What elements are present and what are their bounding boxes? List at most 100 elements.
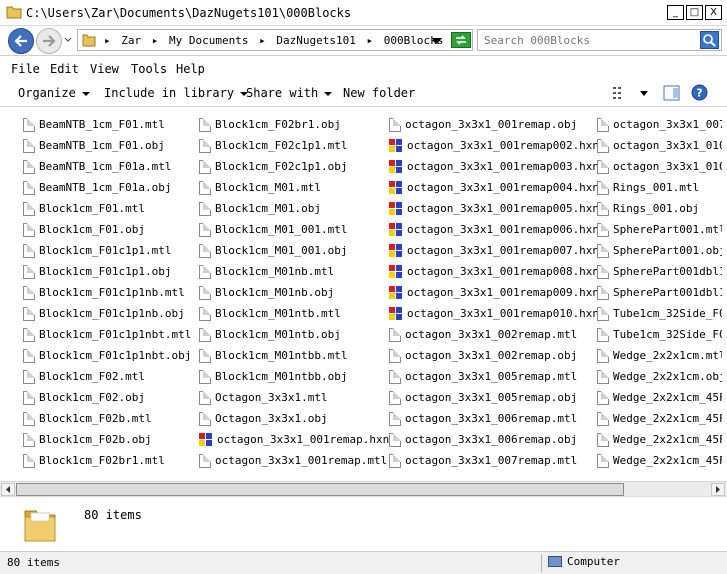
- breadcrumb-item-daznugets101[interactable]: DazNugets101: [276, 34, 355, 47]
- file-item[interactable]: Block1cm_F02b.mtl: [23, 408, 152, 429]
- back-button[interactable]: [8, 28, 34, 54]
- close-button[interactable]: X: [705, 5, 722, 20]
- file-item[interactable]: Block1cm_M01ntb.mtl: [199, 303, 341, 324]
- file-item[interactable]: octagon_3x3x1_002remap.obj: [389, 345, 577, 366]
- file-item[interactable]: Block1cm_F02br1.mtl: [23, 450, 165, 471]
- menu-edit[interactable]: Edit: [50, 62, 79, 76]
- file-item[interactable]: Wedge_2x2x1cm.mtl: [597, 345, 722, 366]
- file-item[interactable]: BeamNTB_1cm_F01.obj: [23, 135, 165, 156]
- file-item[interactable]: SpherePart001dbl1.o: [597, 282, 722, 303]
- file-item[interactable]: Block1cm_F01c1p1.obj: [23, 261, 171, 282]
- file-item[interactable]: octagon_3x3x1_001remap.mtl: [199, 450, 387, 471]
- file-item[interactable]: octagon_3x3x1_001remap009.hxn: [389, 282, 599, 303]
- forward-button[interactable]: [36, 28, 62, 54]
- menu-tools[interactable]: Tools: [131, 62, 167, 76]
- view-options-icon[interactable]: [612, 86, 628, 100]
- file-item[interactable]: Block1cm_F02.mtl: [23, 366, 145, 387]
- view-dropdown-icon[interactable]: [640, 91, 648, 96]
- file-item[interactable]: Block1cm_F01.obj: [23, 219, 145, 240]
- file-item[interactable]: Wedge_2x2x1cm_45F0: [597, 408, 722, 429]
- file-item[interactable]: Tube1cm_32Side_F01: [597, 303, 722, 324]
- file-item[interactable]: Block1cm_F01.mtl: [23, 198, 145, 219]
- search-button[interactable]: [700, 31, 719, 49]
- organize-button[interactable]: Organize: [18, 86, 90, 100]
- file-item[interactable]: Wedge_2x2x1cm_45F0: [597, 450, 722, 471]
- include-in-library-button[interactable]: Include in library: [104, 86, 249, 100]
- new-folder-button[interactable]: New folder: [343, 86, 415, 100]
- file-item[interactable]: Wedge_2x2x1cm_45F0: [597, 429, 722, 450]
- preview-pane-icon[interactable]: [663, 85, 680, 101]
- menu-file[interactable]: File: [11, 62, 40, 76]
- horizontal-scrollbar[interactable]: [0, 481, 727, 496]
- search-input[interactable]: [484, 33, 694, 48]
- file-item[interactable]: octagon_3x3x1_001remap010.hxn: [389, 303, 599, 324]
- file-item[interactable]: Rings_001.obj: [597, 198, 699, 219]
- menu-view[interactable]: View: [90, 62, 119, 76]
- file-item[interactable]: Block1cm_F02br1.obj: [199, 114, 341, 135]
- file-item[interactable]: octagon_3x3x1_005remap.mtl: [389, 366, 577, 387]
- scroll-right-button[interactable]: [711, 483, 725, 496]
- file-item[interactable]: octagon_3x3x1_010re: [597, 156, 722, 177]
- file-item[interactable]: Octagon_3x3x1.mtl: [199, 387, 328, 408]
- file-item[interactable]: Block1cm_F02c1p1.obj: [199, 156, 347, 177]
- file-item[interactable]: octagon_3x3x1_001remap004.hxn: [389, 177, 599, 198]
- file-item[interactable]: Block1cm_M01_001.mtl: [199, 219, 347, 240]
- file-item[interactable]: Rings_001.mtl: [597, 177, 699, 198]
- file-item[interactable]: SpherePart001.mtl: [597, 219, 722, 240]
- file-item[interactable]: Wedge_2x2x1cm_45F0: [597, 387, 722, 408]
- help-icon[interactable]: ?: [691, 84, 708, 101]
- file-item[interactable]: octagon_3x3x1_001remap002.hxn: [389, 135, 599, 156]
- file-item[interactable]: Block1cm_M01_001.obj: [199, 240, 347, 261]
- file-item[interactable]: octagon_3x3x1_006remap.obj: [389, 429, 577, 450]
- file-item[interactable]: Octagon_3x3x1.obj: [199, 408, 328, 429]
- file-item[interactable]: octagon_3x3x1_001remap007.hxn: [389, 240, 599, 261]
- share-with-button[interactable]: Share with: [246, 86, 333, 100]
- file-item[interactable]: BeamNTB_1cm_F01a.obj: [23, 177, 171, 198]
- breadcrumb-item-zar[interactable]: Zar: [121, 34, 141, 47]
- scrollbar-thumb[interactable]: [16, 483, 624, 496]
- search-box[interactable]: [477, 29, 722, 51]
- file-item[interactable]: BeamNTB_1cm_F01.mtl: [23, 114, 165, 135]
- file-item[interactable]: octagon_3x3x1_001remap006.hxn: [389, 219, 599, 240]
- menu-help[interactable]: Help: [176, 62, 205, 76]
- address-dropdown-icon[interactable]: [432, 38, 442, 44]
- file-item[interactable]: Block1cm_F02.obj: [23, 387, 145, 408]
- file-item[interactable]: Block1cm_M01nb.mtl: [199, 261, 334, 282]
- file-item[interactable]: BeamNTB_1cm_F01a.mtl: [23, 156, 171, 177]
- file-item[interactable]: Block1cm_M01.obj: [199, 198, 321, 219]
- file-item[interactable]: Block1cm_M01.mtl: [199, 177, 321, 198]
- file-item[interactable]: Block1cm_F02b.obj: [23, 429, 152, 450]
- recent-pages-dropdown-icon[interactable]: [64, 35, 72, 45]
- file-item[interactable]: octagon_3x3x1_007remap.mtl: [389, 450, 577, 471]
- file-item[interactable]: octagon_3x3x1_001remap003.hxn: [389, 156, 599, 177]
- file-item[interactable]: octagon_3x3x1_001remap.obj: [389, 114, 577, 135]
- file-item[interactable]: Block1cm_F01c1p1nb.mtl: [23, 282, 185, 303]
- file-item[interactable]: octagon_3x3x1_002remap.mtl: [389, 324, 577, 345]
- file-item[interactable]: Tube1cm_32Side_F01: [597, 324, 722, 345]
- file-item[interactable]: octagon_3x3x1_001remap008.hxn: [389, 261, 599, 282]
- file-item[interactable]: Wedge_2x2x1cm.obj: [597, 366, 722, 387]
- breadcrumb-item-my-documents[interactable]: My Documents: [169, 34, 248, 47]
- file-item[interactable]: octagon_3x3x1_005remap.obj: [389, 387, 577, 408]
- file-item[interactable]: SpherePart001dbl1.m: [597, 261, 722, 282]
- maximize-button[interactable]: □: [686, 5, 703, 20]
- minimize-button[interactable]: _: [667, 5, 684, 20]
- address-bar[interactable]: ▸ Zar ▸ My Documents ▸ DazNugets101 ▸ 00…: [77, 29, 473, 51]
- file-item[interactable]: Block1cm_F01c1p1nbt.obj: [23, 345, 191, 366]
- file-item[interactable]: octagon_3x3x1_007re: [597, 114, 722, 135]
- file-item[interactable]: Block1cm_F01c1p1nb.obj: [23, 303, 185, 324]
- scroll-left-button[interactable]: [1, 483, 15, 496]
- file-item[interactable]: Block1cm_M01ntbb.obj: [199, 366, 347, 387]
- file-item[interactable]: octagon_3x3x1_006remap.mtl: [389, 408, 577, 429]
- refresh-button[interactable]: [451, 32, 471, 48]
- file-item[interactable]: octagon_3x3x1_010re: [597, 135, 722, 156]
- file-item[interactable]: Block1cm_M01ntbb.mtl: [199, 345, 347, 366]
- file-item[interactable]: octagon_3x3x1_001remap.hxn: [199, 429, 389, 450]
- file-item[interactable]: Block1cm_M01ntb.obj: [199, 324, 341, 345]
- file-item[interactable]: Block1cm_M01nb.obj: [199, 282, 334, 303]
- file-item[interactable]: octagon_3x3x1_001remap005.hxn: [389, 198, 599, 219]
- file-item[interactable]: Block1cm_F01c1p1.mtl: [23, 240, 171, 261]
- file-item[interactable]: SpherePart001.obj: [597, 240, 722, 261]
- file-item[interactable]: Block1cm_F01c1p1nbt.mtl: [23, 324, 191, 345]
- file-item[interactable]: Block1cm_F02c1p1.mtl: [199, 135, 347, 156]
